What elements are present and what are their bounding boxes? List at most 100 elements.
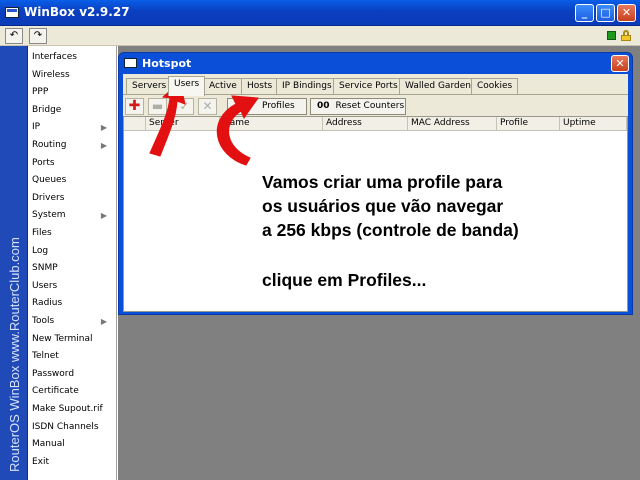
sidebar-item-routing[interactable]: Routing ▶: [28, 137, 117, 155]
sidebar-item-label: SNMP: [32, 263, 58, 274]
sidebar-item-label: Ports: [32, 157, 55, 168]
sidebar-item-label: Interfaces: [32, 52, 77, 62]
hotspot-title: Hotspot: [142, 57, 192, 70]
sidebar-item-drivers[interactable]: Drivers: [28, 190, 117, 208]
sidebar-item-label: Tools: [32, 316, 55, 326]
tab-service-ports[interactable]: Service Ports: [333, 78, 404, 95]
sidebar-item-label: Wireless: [32, 69, 70, 80]
annotation-line-3: a 256 kbps (controle de banda): [262, 220, 519, 240]
sidebar-item-files[interactable]: Files: [28, 225, 117, 243]
disable-icon[interactable]: ✕: [198, 98, 217, 115]
reset-counters-label: Reset Counters: [335, 101, 405, 111]
sidebar-item-bridge[interactable]: Bridge: [28, 102, 117, 120]
sidebar-item-label: ISDN Channels: [32, 421, 99, 432]
minimize-button[interactable]: _: [575, 4, 594, 22]
sidebar-item-label: Users: [32, 280, 58, 291]
profiles-label: Profiles: [262, 101, 295, 111]
column-header-blank: [124, 117, 146, 131]
title-bar: WinBox v2.9.27 _ □ ✕: [0, 0, 640, 26]
action-toolbar: ✚ ▬ ✓ ✕ Profiles 00 Reset Counters: [123, 96, 628, 116]
main-toolbar: ↶ ↷: [0, 26, 640, 46]
sidebar-item-isdn-channels[interactable]: ISDN Channels: [28, 419, 117, 437]
sidebar-item-users[interactable]: Users: [28, 278, 117, 296]
sidebar-item-label: PPP: [32, 87, 49, 98]
sidebar-item-radius[interactable]: Radius: [28, 295, 117, 313]
window-title: WinBox v2.9.27: [24, 5, 130, 19]
lock-icon: [621, 30, 631, 41]
brand-text: RouterOS WinBox www.RouterClub.com: [7, 237, 22, 472]
app-icon: [5, 7, 19, 18]
tab-bar: Servers Users Active Hosts IP Bindings Servic…: [123, 76, 628, 96]
tab-active[interactable]: Active: [203, 78, 243, 95]
annotation-line-5: clique em Profiles...: [262, 270, 427, 290]
sidebar-item-wireless[interactable]: Wireless: [28, 67, 117, 85]
sidebar-item-label: Certificate: [32, 386, 79, 397]
redo-icon[interactable]: ↷: [29, 28, 47, 44]
sidebar-item-label: IP: [32, 122, 41, 133]
hotspot-title-bar[interactable]: Hotspot ✕: [119, 53, 632, 74]
sidebar-menu: Interfaces Wireless PPP Bridge IP ▶ Routing ▶ Po…: [28, 46, 117, 480]
connection-status-icon: [607, 31, 616, 40]
sidebar-item-telnet[interactable]: Telnet: [28, 348, 117, 366]
reset-counters-icon: 00: [317, 101, 330, 111]
column-header-server[interactable]: Server: [146, 117, 220, 131]
sidebar-item-label: Make Supout.rif: [32, 404, 103, 414]
submenu-arrow-icon: ▶: [100, 141, 107, 150]
sidebar-item-label: Routing: [32, 140, 67, 150]
reset-counters-button[interactable]: 00 Reset Counters: [310, 98, 406, 115]
undo-icon[interactable]: ↶: [5, 28, 23, 44]
submenu-arrow-icon: ▶: [100, 211, 107, 221]
sidebar-item-label: Queues: [32, 175, 67, 186]
sidebar-item-exit[interactable]: Exit: [28, 454, 117, 472]
sidebar-item-tools[interactable]: Tools ▶: [28, 313, 117, 331]
tab-cookies[interactable]: Cookies: [471, 78, 519, 95]
sidebar-item-new-terminal[interactable]: New Terminal: [28, 331, 117, 349]
sidebar-item-label: Radius: [32, 298, 63, 309]
sidebar-item-snmp[interactable]: SNMP: [28, 260, 117, 278]
sidebar-item-password[interactable]: Password: [28, 366, 117, 384]
close-button[interactable]: ✕: [617, 4, 636, 22]
annotation-line-2: os usuários que vão navegar: [262, 196, 504, 216]
sidebar-item-interfaces[interactable]: Interfaces: [28, 49, 117, 67]
window-icon: [124, 58, 137, 68]
sidebar-item-log[interactable]: Log: [28, 243, 117, 261]
sidebar-item-system[interactable]: System ▶: [28, 207, 117, 225]
remove-icon[interactable]: ▬: [148, 98, 167, 115]
sidebar-item-manual[interactable]: Manual: [28, 436, 117, 454]
sidebar-item-label: New Terminal: [32, 333, 93, 344]
sidebar-item-label: System: [32, 210, 66, 221]
sidebar-item-label: Files: [32, 228, 52, 238]
tab-users[interactable]: Users: [168, 76, 206, 96]
tab-hosts[interactable]: Hosts: [241, 78, 279, 95]
submenu-arrow-icon: ▶: [100, 123, 107, 133]
tab-servers[interactable]: Servers: [126, 78, 173, 95]
annotation-line-1: Vamos criar uma profile para: [262, 172, 503, 192]
enable-icon[interactable]: ✓: [175, 98, 194, 115]
hotspot-close-button[interactable]: ✕: [611, 55, 629, 72]
tab-ip-bindings[interactable]: IP Bindings: [276, 78, 338, 95]
add-icon[interactable]: ✚: [125, 98, 144, 115]
sidebar-item-label: Manual: [32, 439, 65, 450]
column-header-name[interactable]: Name: [220, 117, 323, 131]
sidebar-item-ip[interactable]: IP ▶: [28, 119, 117, 137]
maximize-button[interactable]: □: [596, 4, 615, 22]
sidebar-item-label: Bridge: [32, 104, 62, 115]
sidebar-item-ports[interactable]: Ports: [28, 155, 117, 173]
column-header-mac-address[interactable]: MAC Address: [408, 117, 497, 131]
column-header-profile[interactable]: Profile: [497, 117, 560, 131]
tab-walled-garden[interactable]: Walled Garden: [399, 78, 477, 95]
column-header-uptime[interactable]: Uptime: [560, 117, 627, 131]
sidebar-item-queues[interactable]: Queues: [28, 172, 117, 190]
sidebar-item-make-supout-rif[interactable]: Make Supout.rif: [28, 401, 117, 419]
sidebar-item-label: Telnet: [32, 351, 59, 362]
sidebar-item-certificate[interactable]: Certificate: [28, 383, 117, 401]
submenu-arrow-icon: ▶: [100, 317, 107, 326]
sidebar-item-label: Password: [32, 368, 75, 379]
sidebar-item-label: Log: [32, 245, 49, 256]
profiles-button[interactable]: Profiles: [227, 98, 307, 115]
sidebar-item-ppp[interactable]: PPP: [28, 84, 117, 102]
sidebar-item-label: Exit: [32, 456, 50, 467]
sidebar-item-label: Drivers: [32, 192, 65, 203]
brand-strip: RouterOS WinBox www.RouterClub.com: [0, 46, 28, 480]
column-header-address[interactable]: Address: [323, 117, 408, 131]
